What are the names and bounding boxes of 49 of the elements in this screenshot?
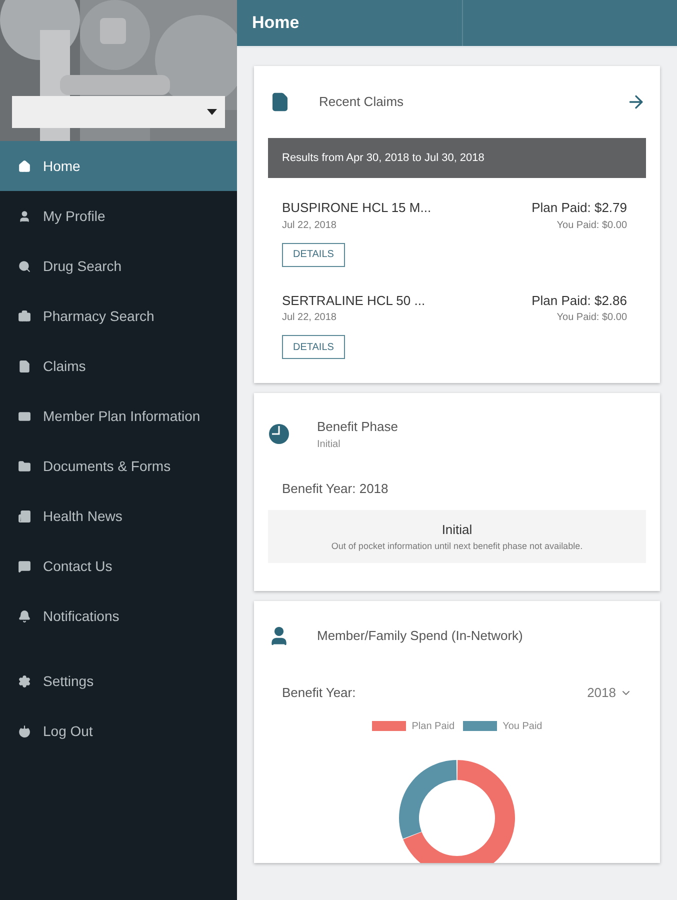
newspaper-icon	[18, 510, 31, 522]
legend-label: Plan Paid	[412, 720, 455, 734]
you-paid: You Paid: $0.00	[556, 311, 627, 325]
person-icon	[18, 210, 31, 222]
caret-icon	[207, 109, 217, 115]
details-button[interactable]: DETAILS	[282, 335, 345, 359]
sidebar-item[interactable]: Drug Search	[0, 241, 237, 291]
sidebar-item[interactable]: Log Out	[0, 706, 237, 756]
details-button[interactable]: DETAILS	[282, 242, 345, 266]
legend-label: You Paid	[502, 720, 542, 734]
card-subtitle: Initial	[317, 438, 342, 452]
bell-icon	[18, 610, 31, 622]
search-icon	[18, 260, 31, 272]
phase-note: Out of pocket information until next benefit phase not available.	[331, 540, 583, 553]
card-icon	[18, 410, 31, 422]
year-dropdown[interactable]: 2018	[587, 683, 632, 702]
claim-date: Jul 22, 2018	[282, 311, 338, 325]
phase-name: Initial	[442, 521, 472, 539]
power-icon	[18, 724, 31, 738]
settings-icon	[18, 674, 31, 688]
claim-date: Jul 22, 2018	[282, 218, 338, 232]
date-range-banner: Results from Apr 30, 2018 to Jul 30, 2018	[268, 138, 646, 178]
briefcase-icon	[18, 310, 31, 322]
document-icon	[270, 92, 290, 112]
benefit-year: Benefit Year: 2018	[281, 480, 390, 498]
sidebar-item[interactable]: Member Plan Information	[0, 391, 237, 441]
sidebar-item[interactable]: Claims	[0, 341, 237, 391]
drug-name: BUSPIRONE HCL 15 M...	[282, 199, 432, 217]
sidebar-item[interactable]: Home	[0, 141, 237, 191]
benefit-year-label: Benefit Year:	[282, 684, 356, 702]
plan-paid: Plan Paid: $2.86	[532, 292, 627, 310]
card-title: Benefit Phase	[317, 418, 398, 436]
sidebar-item[interactable]: Settings	[0, 656, 237, 706]
plan-paid: Plan Paid: $2.79	[532, 199, 627, 217]
sidebar-item[interactable]: My Profile	[0, 191, 237, 241]
sidebar-item[interactable]: Pharmacy Search	[0, 291, 237, 341]
home-icon	[18, 160, 31, 172]
chat-icon	[18, 560, 31, 572]
sidebar-item[interactable]: Contact Us	[0, 541, 237, 591]
sidebar-item[interactable]: Documents & Forms	[0, 441, 237, 491]
you-paid: You Paid: $0.00	[556, 218, 627, 232]
document-icon	[18, 360, 31, 372]
folder-icon	[18, 460, 31, 472]
page-title: Home	[237, 0, 463, 46]
drug-name: SERTRALINE HCL 50 ...	[282, 292, 426, 310]
card-title: Recent Claims	[319, 93, 405, 112]
sidebar-item[interactable]: Health News	[0, 491, 237, 541]
sidebar-item[interactable]: Notifications	[0, 591, 237, 641]
card-title: Member/Family Spend (In-Network)	[317, 627, 523, 646]
